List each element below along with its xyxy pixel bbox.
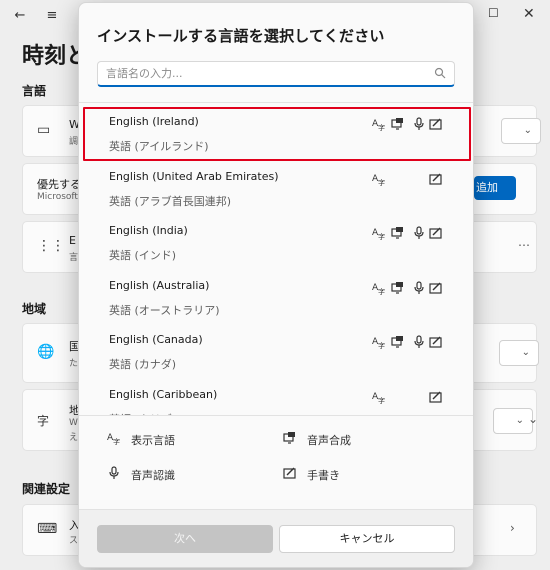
language-japanese-name: 英語 (オーストラリア) <box>109 303 220 317</box>
language-list-item[interactable]: English (Ireland) 英語 (アイルランド) A 字 <box>79 107 473 161</box>
language-english-name: English (Ireland) <box>109 115 199 128</box>
next-button[interactable]: 次へ <box>97 525 273 553</box>
close-window-icon[interactable]: ✕ <box>523 6 535 22</box>
display-language-icon: A字 <box>372 174 385 186</box>
language-search-input[interactable] <box>98 62 418 85</box>
svg-text:字: 字 <box>378 341 385 349</box>
svg-text:字: 字 <box>378 396 385 404</box>
globe-icon: 🌐 <box>37 344 55 360</box>
text-to-speech-icon <box>391 336 403 348</box>
microphone-icon <box>414 335 424 348</box>
language-english-name: English (India) <box>109 224 188 237</box>
install-language-dialog: インストールする言語を選択してください English (Ireland) 英語 … <box>78 2 474 568</box>
language-list-item[interactable]: English (Caribbean)英語 (カリブ)A字 <box>79 380 473 415</box>
svg-text:字: 字 <box>378 287 385 295</box>
language-english-name: English (Caribbean) <box>109 387 218 401</box>
language-list-item[interactable]: English (Canada) 英語 (カナダ) A 字 <box>79 325 473 379</box>
dialog-title: インストールする言語を選択してください <box>97 27 385 45</box>
handwriting-icon <box>283 467 296 479</box>
svg-text:字: 字 <box>113 437 120 445</box>
hamburger-menu-icon[interactable]: ≡ <box>44 8 60 24</box>
language-english-name: English (Canada) <box>109 333 203 346</box>
svg-text:字: 字 <box>378 178 385 186</box>
chevron-right-icon[interactable]: › <box>510 521 515 535</box>
language-japanese-name: 英語 (アイルランド) <box>109 140 209 153</box>
svg-text:字: 字 <box>378 232 385 240</box>
microphone-icon <box>414 280 424 294</box>
language-japanese-name: 英語 (インド) <box>109 249 177 262</box>
add-language-button[interactable]: 追加 <box>474 176 516 200</box>
section-related-heading: 関連設定 <box>22 482 71 496</box>
maximize-icon[interactable]: ☐ <box>488 6 499 20</box>
search-box[interactable] <box>97 61 455 87</box>
language-english-name: English (Australia) <box>109 278 210 292</box>
handwriting-icon <box>429 336 442 348</box>
language-list-item[interactable]: English (India) 英語 (インド) A 字 <box>79 216 473 270</box>
text-to-speech-icon <box>391 227 403 239</box>
text-to-speech-icon <box>391 118 403 130</box>
divider <box>79 415 473 416</box>
microphone-icon <box>109 466 119 479</box>
language-list[interactable]: English (Ireland) 英語 (アイルランド) A 字 English (U… <box>79 103 473 415</box>
handwriting-icon <box>429 227 442 239</box>
display-language-icon: A字 <box>372 283 385 295</box>
text-to-speech-icon <box>391 281 403 294</box>
microphone-icon <box>414 226 424 239</box>
dialog-footer: 次へ キャンセル <box>79 509 473 567</box>
microphone-icon <box>414 117 424 130</box>
handwriting-icon <box>429 282 442 294</box>
drag-handle-icon[interactable]: ⋮⋮ <box>37 238 65 254</box>
more-options-icon[interactable]: ⋯ <box>518 238 530 252</box>
section-language-heading: 言語 <box>22 84 47 98</box>
display-language-dropdown[interactable]: ⌄ <box>501 118 541 144</box>
handwriting-icon <box>429 391 442 403</box>
cancel-button[interactable]: キャンセル <box>279 525 455 553</box>
language-list-item[interactable]: English (Australia) 英語 (オーストラリア) A 字 <box>79 271 473 325</box>
display-language-icon: A字 <box>372 228 385 240</box>
display-language-icon: A字 <box>107 433 120 445</box>
back-arrow-icon[interactable]: ← <box>12 8 28 24</box>
handwriting-icon <box>429 118 442 130</box>
section-region-heading: 地域 <box>22 302 47 316</box>
display-language-icon: A字 <box>372 119 385 131</box>
search-icon <box>434 67 446 79</box>
text-to-speech-icon <box>283 432 295 444</box>
monitor-icon: ▭ <box>37 122 51 138</box>
language-list-item[interactable]: English (United Arab Emirates) 英語 (アラブ首長国… <box>79 162 473 216</box>
regional-format-dropdown[interactable]: ⌄ <box>493 408 533 434</box>
chevron-down-icon[interactable]: ⌄ <box>528 412 538 426</box>
display-language-icon: A字 <box>372 337 385 349</box>
country-dropdown[interactable]: ⌄ <box>499 340 539 366</box>
language-japanese-name: 英語 (カナダ) <box>109 358 177 371</box>
display-language-icon: A字 <box>372 392 385 404</box>
keyboard-icon: ⌨ <box>37 521 58 537</box>
handwriting-icon <box>429 173 442 185</box>
svg-text:字: 字 <box>378 123 385 131</box>
language-japanese-name: 英語 (アラブ首長国連邦) <box>109 194 232 208</box>
language-format-icon: 字 <box>37 414 50 428</box>
language-english-name: English (United Arab Emirates) <box>109 169 279 183</box>
